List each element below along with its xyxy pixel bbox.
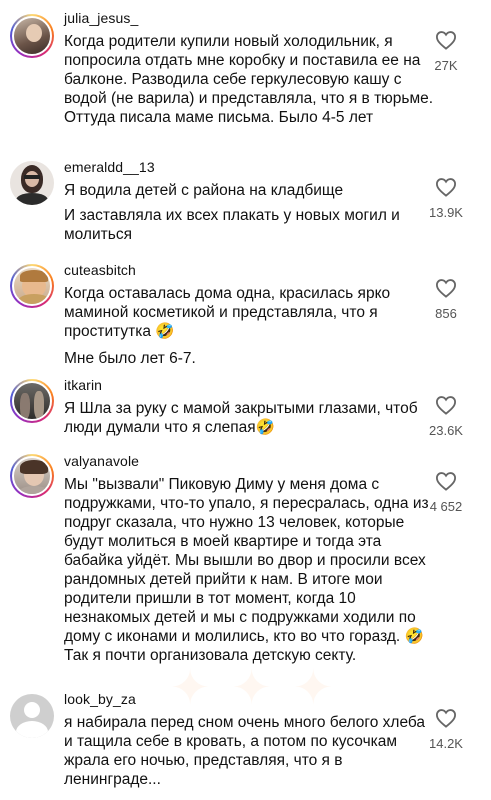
avatar[interactable] — [10, 694, 54, 738]
comment-paragraph: Когда родители купили новый холодильник,… — [64, 33, 434, 126]
comment-text: Я Шла за руку с мамой закрытыми глазами,… — [64, 399, 434, 437]
heart-outline-icon[interactable] — [435, 395, 457, 415]
comment-username[interactable]: itkarin — [64, 377, 102, 393]
like-count: 14.2K — [429, 736, 463, 751]
avatar[interactable] — [10, 14, 54, 58]
heart-outline-icon[interactable] — [435, 30, 457, 50]
comment-text: Когда родители купили новый холодильник,… — [64, 32, 434, 127]
comment-text: Я водила детей с района на кладбище И за… — [64, 181, 434, 244]
comment-username[interactable]: cuteasbitch — [64, 262, 136, 278]
like-count: 13.9K — [429, 205, 463, 220]
heart-outline-icon[interactable] — [435, 177, 457, 197]
like-control[interactable]: 27K — [423, 30, 469, 73]
like-count: 23.6K — [429, 423, 463, 438]
like-control[interactable]: 856 — [423, 278, 469, 321]
comment-paragraph: Когда оставалась дома одна, красилась яр… — [64, 285, 391, 340]
comment-text: я набирала перед сном очень много белого… — [64, 713, 434, 789]
heart-outline-icon[interactable] — [435, 278, 457, 298]
heart-outline-icon[interactable] — [435, 708, 457, 728]
like-control[interactable]: 14.2K — [423, 708, 469, 751]
heart-outline-icon[interactable] — [435, 471, 457, 491]
comment-item: emeraldd__13 Я водила детей с района на … — [0, 155, 491, 255]
like-control[interactable]: 13.9K — [423, 177, 469, 220]
like-count: 4 652 — [429, 499, 463, 514]
comment-username[interactable]: look_by_za — [64, 691, 136, 707]
comment-item: julia_jesus_ Когда родители купили новый… — [0, 0, 491, 160]
avatar[interactable] — [10, 379, 54, 423]
comment-paragraph: я набирала перед сном очень много белого… — [64, 714, 426, 788]
comment-item: valyanavole Мы "вызвали" Пиковую Диму у … — [0, 450, 491, 682]
comment-username[interactable]: valyanavole — [64, 453, 139, 469]
like-count: 27K — [434, 58, 458, 73]
comment-item: itkarin Я Шла за руку с мамой закрытыми … — [0, 375, 491, 450]
like-count: 856 — [435, 306, 457, 321]
like-control[interactable]: 23.6K — [423, 395, 469, 438]
comment-paragraph: Мне было лет 6-7. — [64, 350, 196, 367]
comment-item: look_by_za я набирала перед сном очень м… — [0, 688, 491, 800]
comment-text: Когда оставалась дома одна, красилась яр… — [64, 284, 434, 368]
user-silhouette-icon — [10, 694, 54, 738]
comment-paragraph: Мы "вызвали" Пиковую Диму у меня дома с … — [64, 476, 429, 664]
comment-username[interactable]: julia_jesus_ — [64, 10, 138, 26]
comment-paragraph: Я Шла за руку с мамой закрытыми глазами,… — [64, 400, 418, 436]
comment-paragraph: И заставляла их всех плакать у новых мог… — [64, 207, 400, 243]
comment-text: Мы "вызвали" Пиковую Диму у меня дома с … — [64, 475, 434, 665]
avatar[interactable] — [10, 454, 54, 498]
comment-item: cuteasbitch Когда оставалась дома одна, … — [0, 258, 491, 378]
like-control[interactable]: 4 652 — [423, 471, 469, 514]
comment-paragraph: Я водила детей с района на кладбище — [64, 182, 344, 199]
comment-username[interactable]: emeraldd__13 — [64, 159, 155, 175]
avatar[interactable] — [10, 264, 54, 308]
avatar[interactable] — [10, 161, 54, 205]
